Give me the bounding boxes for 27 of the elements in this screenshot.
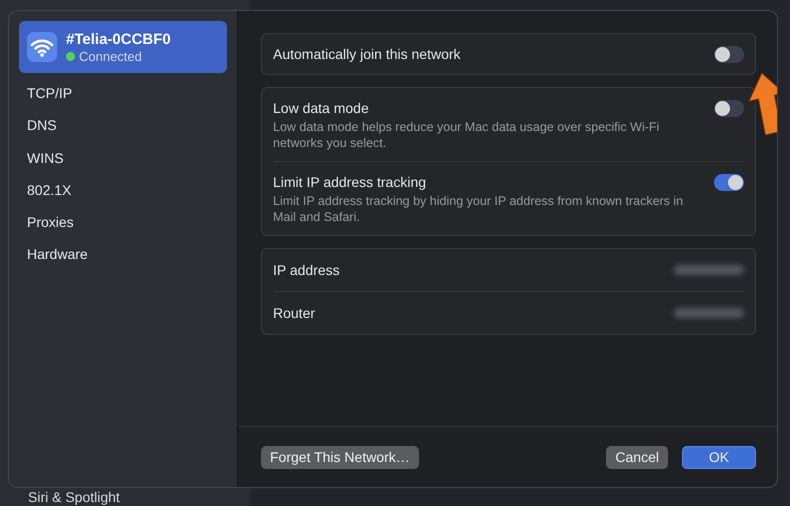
toggle-switch[interactable] <box>714 46 744 63</box>
setting-description: Limit IP address tracking by hiding your IP address from known trackers in Mail and Safari. <box>273 193 684 225</box>
info-label: IP address <box>273 261 340 280</box>
sidebar-item[interactable]: DNS <box>19 109 227 142</box>
wifi-icon <box>27 32 57 62</box>
setting-label: Limit IP address tracking <box>273 173 428 192</box>
sidebar-item[interactable]: Proxies <box>19 206 227 238</box>
blurred-value <box>674 308 744 318</box>
info-label: Router <box>273 304 316 323</box>
dialog-button[interactable]: Cancel <box>606 446 668 468</box>
sidebar-item[interactable]: TCP/IP <box>19 77 227 110</box>
setting-label: Automatically join this network <box>273 45 461 64</box>
dialog-button[interactable]: Forget This Network… <box>261 446 419 468</box>
dialog-button[interactable]: OK <box>682 446 756 468</box>
toggle-switch[interactable] <box>714 174 744 191</box>
setting-description: Low data mode helps reduce your Mac data usage over specific Wi-Fi networks you select. <box>273 119 660 151</box>
sidebar-item[interactable]: Hardware <box>19 238 227 271</box>
sidebar-item[interactable]: 802.1X <box>19 174 227 206</box>
sidebar-item[interactable]: Siri & Spotlight <box>28 489 120 505</box>
status-label: Connected <box>79 48 142 64</box>
setting-label: Low data mode <box>273 99 370 118</box>
network-item[interactable]: #Telia-0CCBF0 Connected <box>19 21 227 73</box>
network-name: #Telia-0CCBF0 <box>66 30 171 48</box>
blurred-value <box>674 265 744 275</box>
arrow-icon <box>748 72 777 136</box>
sidebar-item[interactable]: WINS <box>19 142 227 174</box>
toggle-switch[interactable] <box>714 100 744 117</box>
